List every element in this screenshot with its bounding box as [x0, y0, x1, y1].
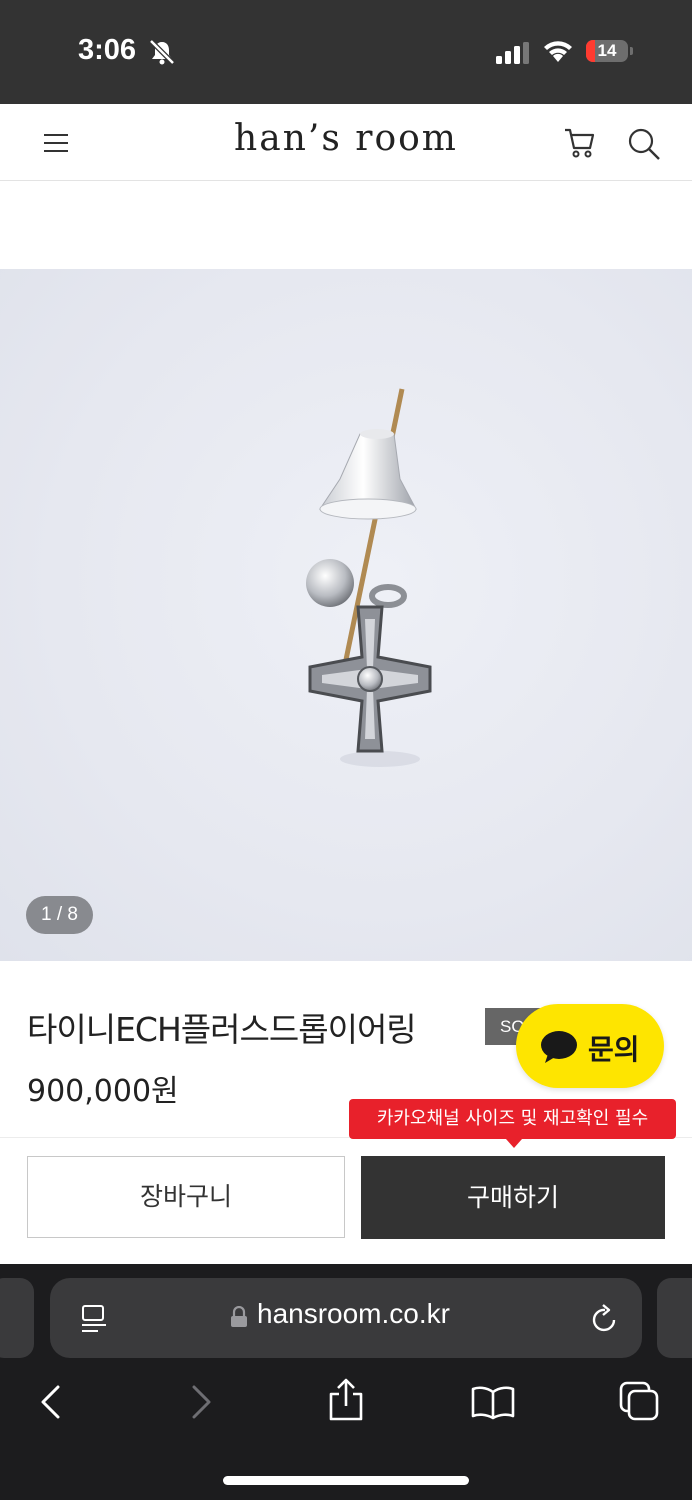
lock-icon [231, 1306, 247, 1327]
back-arrow-icon[interactable] [38, 1384, 64, 1420]
cellular-signal-icon [496, 42, 529, 64]
hamburger-menu-icon[interactable] [42, 130, 70, 156]
kakao-inquiry-label: 문의 [588, 1033, 640, 1066]
kakao-inquiry-button[interactable]: 문의 [516, 1004, 664, 1088]
bell-slash-icon [149, 39, 175, 65]
url-text[interactable]: hansroom.co.kr [257, 1298, 450, 1330]
address-bar[interactable]: hansroom.co.kr [50, 1278, 642, 1358]
battery-nub [630, 47, 633, 55]
bookmarks-icon[interactable] [470, 1384, 516, 1420]
tooltip-arrow [506, 1139, 522, 1148]
purchase-action-bar: 장바구니 구매하기 [0, 1137, 692, 1265]
browser-toolbar: hansroom.co.kr [0, 1264, 692, 1500]
tabs-icon[interactable] [618, 1380, 662, 1422]
product-image[interactable]: 1 / 8 [0, 269, 692, 961]
battery-icon: 14 [586, 40, 628, 62]
wifi-icon [544, 41, 572, 62]
previous-tab-preview[interactable] [0, 1278, 34, 1358]
status-bar: 3:06 14 [0, 0, 692, 104]
add-to-cart-button[interactable]: 장바구니 [27, 1156, 345, 1238]
share-icon[interactable] [326, 1378, 366, 1422]
cart-icon[interactable] [562, 124, 598, 160]
next-tab-preview[interactable] [657, 1278, 692, 1358]
reload-icon[interactable] [590, 1302, 620, 1334]
chat-bubble-icon [541, 1031, 577, 1063]
product-name: 타이니ECH플러스드롭이어링 [27, 1010, 417, 1049]
site-header: han’s room [0, 104, 692, 181]
site-logo[interactable]: han’s room [196, 118, 496, 159]
buy-now-button[interactable]: 구매하기 [361, 1156, 665, 1239]
product-price: 900,000원 [27, 1074, 179, 1109]
earring-photo [306, 388, 432, 767]
forward-arrow-icon[interactable] [188, 1384, 214, 1420]
status-time: 3:06 [78, 34, 137, 66]
search-icon[interactable] [626, 126, 662, 162]
image-counter: 1 / 8 [26, 896, 93, 934]
home-indicator [223, 1476, 469, 1485]
kakao-notice-tooltip: 카카오채널 사이즈 및 재고확인 필수 [349, 1099, 676, 1139]
battery-percent: 14 [597, 41, 617, 60]
reader-mode-icon[interactable] [80, 1304, 108, 1334]
